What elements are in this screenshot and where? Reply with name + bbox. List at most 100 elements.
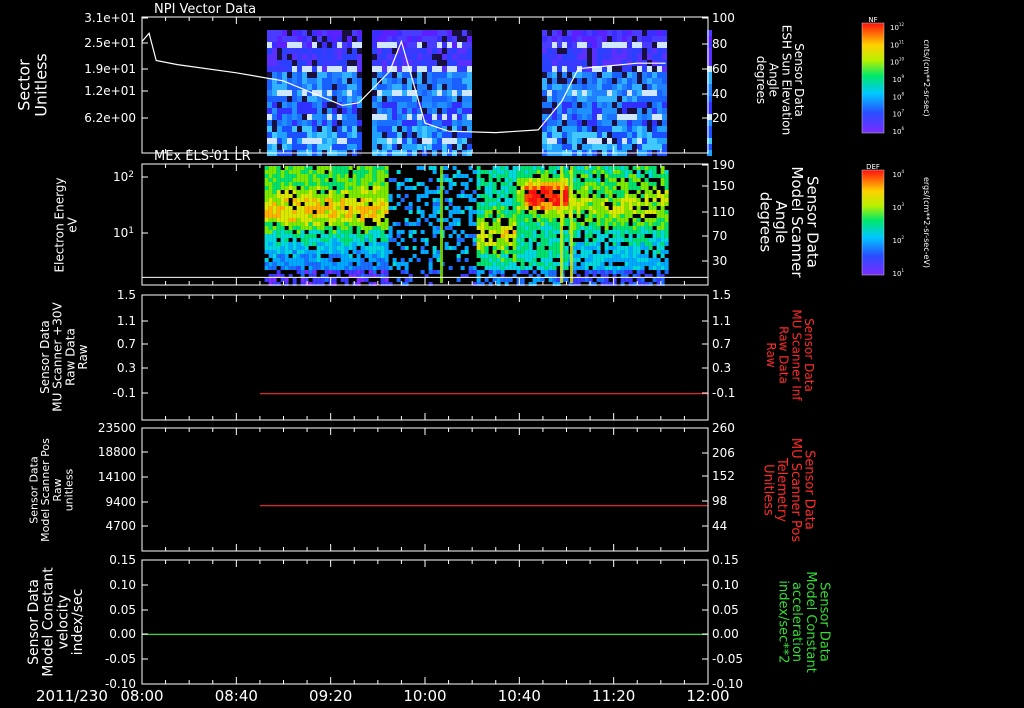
npi-cell — [542, 132, 547, 138]
els-cell — [380, 230, 385, 234]
els-cell — [592, 214, 597, 218]
els-cell — [288, 194, 293, 198]
els-cell — [264, 178, 269, 182]
els-cell — [528, 250, 533, 254]
npi-cell — [607, 90, 612, 96]
npi-cell — [577, 60, 582, 66]
els-cell — [500, 270, 505, 274]
els-cell — [292, 222, 297, 226]
els-cell — [296, 258, 301, 262]
y-tick-label: 0.10 — [109, 578, 136, 592]
els-cell — [468, 210, 473, 214]
npi-cell — [427, 108, 432, 114]
els-cell — [596, 250, 601, 254]
els-cell — [360, 218, 365, 222]
els-cell — [656, 242, 661, 246]
npi-cell — [447, 72, 452, 78]
els-cell — [272, 254, 277, 258]
els-cell — [368, 190, 373, 194]
els-cell — [300, 206, 305, 210]
els-cell — [648, 210, 653, 214]
els-cell — [264, 262, 269, 266]
els-cell — [372, 190, 377, 194]
npi-cell — [547, 60, 552, 66]
npi-cell — [297, 36, 302, 42]
els-cell — [268, 254, 273, 258]
els-cell — [364, 174, 369, 178]
els-cell — [464, 206, 469, 210]
npi-cell — [287, 126, 292, 132]
els-cell — [340, 226, 345, 230]
npi-cell — [397, 96, 402, 102]
els-cell — [288, 234, 293, 238]
els-cell — [508, 178, 513, 182]
els-cell — [328, 258, 333, 262]
els-cell — [296, 210, 301, 214]
npi-cell — [602, 72, 607, 78]
npi-cell — [347, 108, 352, 114]
els-cell — [340, 246, 345, 250]
els-cell — [596, 246, 601, 250]
npi-cell — [562, 114, 567, 120]
els-cell — [476, 182, 481, 186]
els-cell — [656, 210, 661, 214]
els-cell — [268, 278, 273, 282]
npi-cell — [547, 54, 552, 60]
els-cell — [544, 258, 549, 262]
els-cell — [600, 222, 605, 226]
npi-cell — [602, 120, 607, 126]
els-cell — [280, 262, 285, 266]
npi-cell — [612, 48, 617, 54]
els-cell — [620, 250, 625, 254]
npi-cell — [352, 54, 357, 60]
npi-cell — [437, 102, 442, 108]
els-cell — [540, 226, 545, 230]
npi-cell — [387, 138, 392, 144]
npi-cell — [392, 132, 397, 138]
els-cell — [508, 170, 513, 174]
els-cell — [532, 254, 537, 258]
npi-cell — [417, 66, 422, 72]
els-cell — [356, 210, 361, 214]
els-cell — [512, 198, 517, 202]
npi-cell — [382, 90, 387, 96]
npi-cell — [387, 126, 392, 132]
npi-cell — [352, 30, 357, 36]
els-cell — [288, 174, 293, 178]
els-cell — [344, 254, 349, 258]
npi-cell — [307, 138, 312, 144]
els-cell — [316, 210, 321, 214]
npi-cell — [462, 84, 467, 90]
npi-cell — [577, 78, 582, 84]
npi-cell — [297, 90, 302, 96]
els-cell — [480, 246, 485, 250]
els-cell — [620, 186, 625, 190]
els-cell — [312, 182, 317, 186]
els-cell — [340, 198, 345, 202]
npi-cell — [452, 96, 457, 102]
npi-cell — [557, 84, 562, 90]
els-cell — [588, 190, 593, 194]
npi-cell — [607, 114, 612, 120]
npi-cell — [632, 108, 637, 114]
npi-cell — [582, 144, 587, 150]
npi-cell — [357, 30, 362, 36]
els-cell — [572, 262, 577, 266]
npi-cell — [287, 102, 292, 108]
els-cell — [664, 198, 669, 202]
els-cell — [288, 226, 293, 230]
npi-cell — [377, 138, 382, 144]
els-cell — [404, 222, 409, 226]
els-cell — [360, 170, 365, 174]
els-cell — [588, 178, 593, 182]
npi-cell — [347, 126, 352, 132]
npi-cell — [562, 102, 567, 108]
npi-cell — [647, 120, 652, 126]
npi-cell — [602, 132, 607, 138]
npi-cell — [392, 78, 397, 84]
npi-cell — [467, 54, 472, 60]
els-cell — [496, 202, 501, 206]
els-cell — [396, 202, 401, 206]
els-cell — [500, 278, 505, 282]
els-cell — [476, 226, 481, 230]
